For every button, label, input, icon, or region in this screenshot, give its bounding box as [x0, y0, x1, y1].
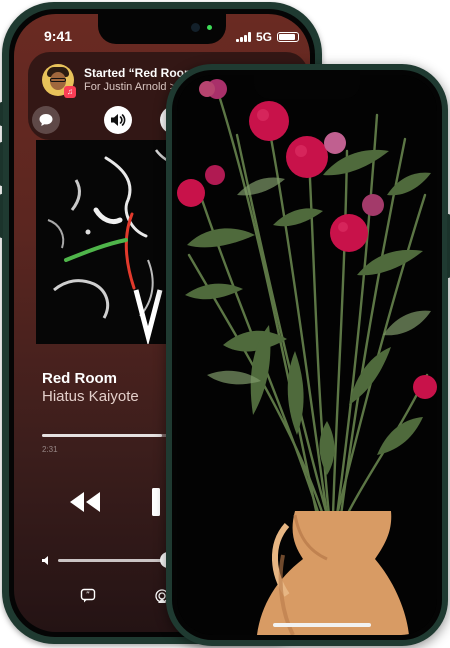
elapsed-time: 2:31 — [42, 445, 58, 454]
signal-icon — [236, 32, 251, 42]
volume-control — [42, 552, 176, 568]
song-artist[interactable]: Hiatus Kaiyote — [42, 388, 139, 405]
volume-slider[interactable] — [58, 552, 176, 568]
playback-progress-fill — [42, 434, 162, 437]
music-note-icon: ♫ — [64, 86, 76, 98]
rewind-icon[interactable] — [68, 490, 102, 514]
camera-indicator — [207, 25, 212, 30]
lyrics-icon[interactable]: ” — [80, 588, 96, 604]
flowers-photo — [177, 75, 437, 635]
message-bubble-icon — [39, 114, 53, 126]
notch — [98, 14, 226, 44]
message-button[interactable] — [32, 106, 60, 134]
shareplay-recipient: For Justin Arnold — [84, 81, 167, 93]
svg-text:”: ” — [86, 591, 90, 600]
speaker-icon — [111, 114, 126, 126]
status-time: 9:41 — [44, 28, 73, 44]
network-label: 5G — [256, 30, 273, 44]
volume-up-button — [0, 142, 3, 186]
status-indicators: 5G — [236, 30, 300, 44]
front-phone — [166, 64, 450, 646]
battery-icon — [277, 32, 300, 42]
mute-switch — [0, 102, 3, 126]
home-indicator[interactable] — [273, 623, 371, 627]
shareplay-subtitle: For Justin Arnold > — [84, 81, 176, 93]
notch — [254, 75, 360, 99]
wallpaper-screen — [177, 75, 437, 635]
front-camera — [191, 23, 200, 32]
volume-low-icon — [42, 556, 48, 565]
volume-down-button — [0, 194, 3, 238]
song-title: Red Room — [42, 370, 117, 387]
speaker-button[interactable] — [104, 106, 132, 134]
